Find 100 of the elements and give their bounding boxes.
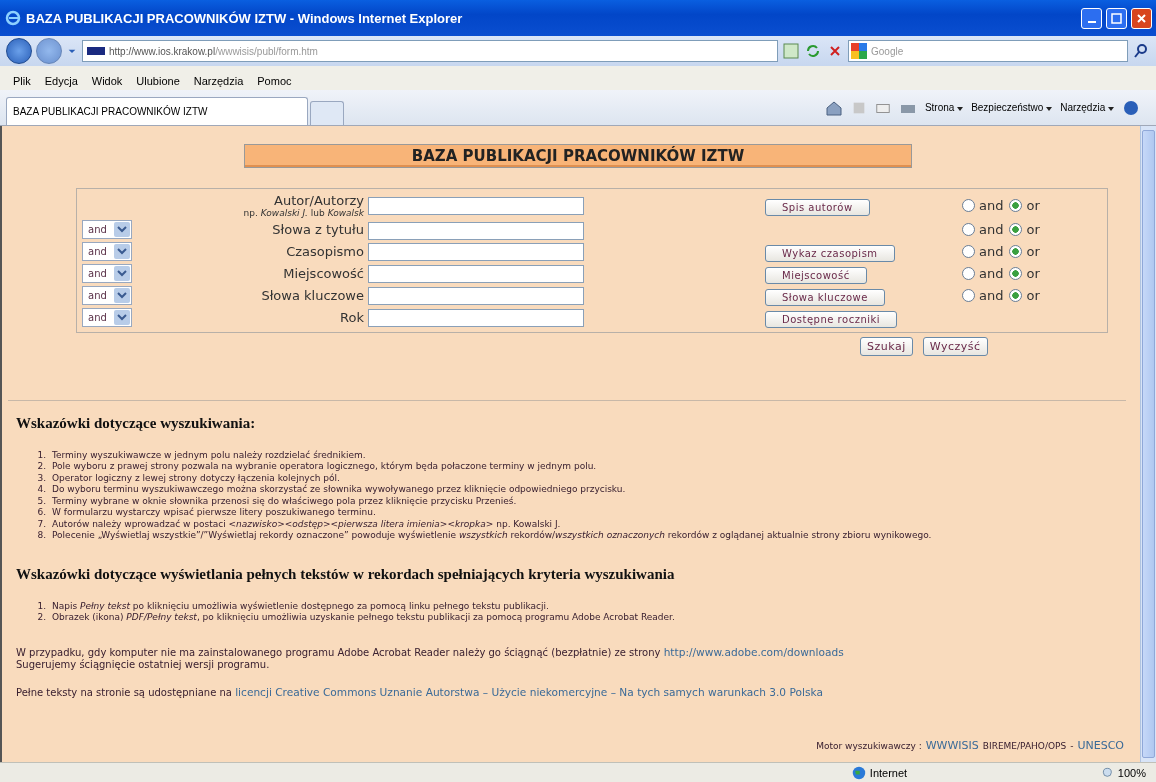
- minimize-button[interactable]: [1081, 7, 1102, 29]
- menu-item[interactable]: Ulubione: [129, 75, 187, 87]
- minimize-icon: [1087, 21, 1096, 23]
- refresh-icon[interactable]: [804, 42, 822, 60]
- list-number: 1.: [36, 449, 46, 461]
- radio-button[interactable]: [1009, 199, 1023, 212]
- radio-label: or: [1026, 198, 1040, 213]
- lookup-button[interactable]: Miejscowość: [765, 266, 867, 284]
- operator-select[interactable]: and: [82, 242, 132, 261]
- tip-item: Do wyboru terminu wyszukiwawczego można skorzystać ze słownika wywoływanego przez kliknięcie odpowiedniego przycisku.: [52, 484, 626, 496]
- search-icon[interactable]: [1132, 42, 1150, 60]
- lookup-button[interactable]: Słowa kluczowe: [765, 288, 885, 306]
- radio-button[interactable]: [962, 223, 975, 237]
- field-label: Czasopismo: [286, 244, 364, 259]
- lookup-button[interactable]: Dostępne roczniki: [765, 310, 898, 328]
- new-tab-button[interactable]: [310, 101, 344, 125]
- radio-label: and: [979, 198, 1004, 213]
- form-button[interactable]: Wyczyść: [922, 336, 988, 356]
- list-number: 6.: [36, 507, 46, 519]
- radio-label: or: [1026, 266, 1040, 281]
- tip-item: Polecenie „Wyświetlaj wszystkie”/”Wyświetlaj rekordy oznaczone” powoduje wyświetlenie wszystkich rekordów/wszystkich oznaczonych rekordów z oglądanej aktualnie strony zbioru wynikowego.: [52, 530, 932, 542]
- note-text: Pełne teksty na stronie są udostępniane na licencji Creative Commons Uznanie Autorstwa – Użycie niekomercyjne – Na tych samych warunkach 3.0 Polska: [16, 685, 824, 699]
- operator-select[interactable]: and: [82, 264, 132, 283]
- security-zone: Internet: [869, 766, 908, 779]
- restore-icon: [1111, 12, 1122, 24]
- link[interactable]: licencji Creative Commons Uznanie Autorstwa – Użycie niekomercyjne – Na tych samych warunkach 3.0 Polska: [235, 685, 823, 698]
- radio-button[interactable]: [962, 199, 975, 212]
- tip-item: Autorów należy wprowadzać w postaci <nazwisko><odstęp><pierwsza litera imienia><kropka> np. Kowalski J.: [52, 518, 561, 530]
- browser-logo-icon: [4, 9, 22, 27]
- radio-label: and: [979, 244, 1004, 259]
- tip-item: W formularzu wystarczy wpisać pierwsze litery poszukiwanego terminu.: [52, 507, 376, 519]
- operator-select[interactable]: and: [82, 286, 132, 305]
- site-logo-icon: [87, 46, 105, 56]
- input-field[interactable]: [368, 221, 584, 240]
- tip-item: Obrazek (ikona) PDF/Pełny tekst, po kliknięciu umożliwia uzyskanie pełnego tekstu publikacji za pomocą programu Adobe Acrobat Reader.: [52, 612, 675, 624]
- caret-icon: [114, 244, 130, 259]
- radio-label: or: [1026, 222, 1040, 238]
- footer-credit: BIREME/PAHO/OPS: [982, 741, 1067, 751]
- address-field[interactable]: http://www.ios.krakow.pl/wwwisis/publ/form.htm: [82, 40, 778, 62]
- caret-icon: [114, 266, 130, 281]
- radio-button[interactable]: [962, 245, 975, 258]
- caret-icon: [114, 310, 130, 325]
- globe-icon: [851, 765, 866, 780]
- list-number: 2.: [36, 461, 46, 473]
- link[interactable]: WWWISIS: [925, 739, 979, 752]
- forward-button[interactable]: [36, 38, 62, 64]
- caret-icon: [1046, 107, 1053, 111]
- close-icon: [1136, 12, 1147, 24]
- radio-label: and: [979, 266, 1004, 281]
- lookup-button[interactable]: Spis autorów: [765, 198, 870, 216]
- tip-item: Napis Pełny tekst po kliknięciu umożliwia wyświetlenie dostępnego za pomocą linku pełnego tekstu publikacji.: [52, 600, 549, 612]
- link[interactable]: UNESCO: [1077, 739, 1124, 752]
- input-field[interactable]: [368, 265, 584, 284]
- menu-item[interactable]: Pomoc: [250, 75, 299, 87]
- caret-icon: [114, 222, 130, 238]
- menu-item[interactable]: Edycja: [37, 75, 85, 87]
- list-number: 4.: [36, 484, 46, 496]
- back-button[interactable]: [6, 38, 32, 64]
- radio-button[interactable]: [1009, 289, 1023, 302]
- toolbar-menu[interactable]: Bezpieczeństwo: [971, 102, 1053, 113]
- radio-label: and: [979, 288, 1004, 303]
- list-number: 1.: [36, 600, 46, 612]
- input-field[interactable]: [368, 287, 584, 306]
- tip-item: Terminy wybrane w oknie słownika przenosi się do właściwego pola przez kliknięcie przycisku Przenieś.: [52, 495, 517, 507]
- caret-icon: [114, 288, 130, 303]
- radio-button[interactable]: [1009, 267, 1023, 280]
- close-button[interactable]: [1131, 7, 1152, 29]
- radio-button[interactable]: [1009, 245, 1023, 258]
- toolbar-menu[interactable]: Strona: [924, 102, 964, 113]
- field-label: Słowa kluczowe: [261, 288, 364, 303]
- link[interactable]: http://www.adobe.com/downloads: [663, 645, 844, 658]
- radio-button[interactable]: [1009, 223, 1023, 237]
- scrollbar[interactable]: [1140, 126, 1156, 762]
- footer-separator: -: [1070, 741, 1074, 751]
- restore-button[interactable]: [1106, 7, 1127, 29]
- field-label: Autor/Autorzy: [274, 193, 364, 208]
- field-label: Słowa z tytułu: [272, 222, 364, 238]
- lookup-button[interactable]: Wykaz czasopism: [765, 244, 895, 262]
- browser-tab[interactable]: BAZA PUBLIKACJI PRACOWNIKÓW IZTW: [6, 97, 308, 125]
- radio-label: or: [1026, 288, 1040, 303]
- input-field[interactable]: [368, 309, 584, 328]
- section-heading: Wskazówki dotyczące wyświetlania pełnych tekstów w rekordach spełniających kryteria wyszukiwania: [16, 565, 676, 583]
- list-number: 3.: [36, 472, 46, 484]
- menu-item[interactable]: Widok: [84, 75, 130, 87]
- caret-icon: [957, 107, 964, 111]
- menu-item[interactable]: Narzędzia: [186, 75, 251, 87]
- list-number: 5.: [36, 495, 46, 507]
- list-number: 7.: [36, 518, 46, 530]
- operator-select[interactable]: and: [82, 308, 132, 327]
- input-field[interactable]: [368, 243, 584, 262]
- radio-button[interactable]: [962, 267, 975, 280]
- radio-button[interactable]: [962, 289, 975, 302]
- zoom-level[interactable]: 100%: [1117, 766, 1146, 779]
- menu-item[interactable]: Plik: [6, 75, 38, 87]
- input-field[interactable]: [368, 197, 584, 216]
- form-button[interactable]: Szukaj: [860, 336, 913, 356]
- operator-select[interactable]: and: [82, 220, 132, 240]
- page-title: BAZA PUBLIKACJI PRACOWNIKÓW IZTW: [244, 144, 912, 168]
- toolbar-menu[interactable]: Narzędzia: [1060, 102, 1114, 113]
- search-field[interactable]: Google: [848, 40, 1128, 62]
